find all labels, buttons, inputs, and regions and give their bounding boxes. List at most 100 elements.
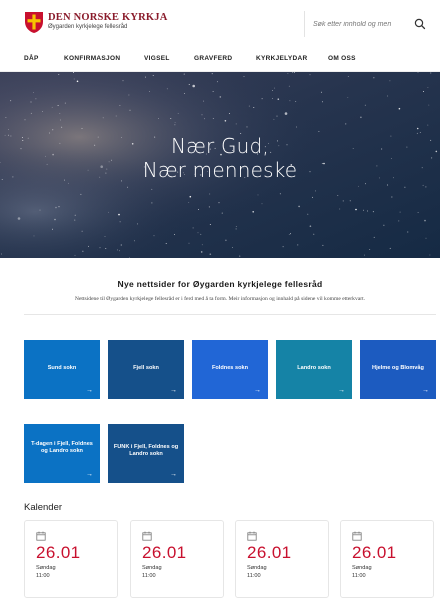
star [192,84,195,88]
star [170,117,172,119]
star [224,120,227,122]
tile-label: Hjelme og Blomvåg [372,365,424,371]
calendar-icon [247,531,257,541]
star [272,98,274,99]
search-box [304,11,432,37]
star [80,193,82,195]
nav-item-vigsel[interactable]: VIGSEL [144,55,170,62]
star [430,72,432,74]
event-date: 26.01 [247,543,292,562]
star [60,119,61,121]
star [61,126,63,128]
event-card[interactable]: 26.01 Søndag 11:00 [130,520,224,598]
star [357,185,359,187]
star [120,244,122,246]
intro-text: Nettsidene til Øygarden kyrkjelege felle… [74,296,366,302]
hero-line-1: Nær Gud, [170,134,269,158]
arrow-right-icon: → [170,387,177,394]
star [239,255,241,257]
tile-landro-sokn[interactable]: Landro sokn → [276,340,352,399]
star [74,214,76,216]
search-input[interactable] [313,17,409,31]
star [422,184,424,186]
star [183,92,185,94]
star [74,254,76,256]
nav-item-kyrkjelydar[interactable]: KYRKJELYDAR [256,55,307,62]
event-day: Søndag [36,565,56,571]
star [416,127,419,130]
hero-line-2: Nær menneske [142,158,298,182]
tile-funk[interactable]: FUNK i Fjell, Foldnes og Landro sokn → [108,424,184,483]
star [218,202,220,204]
star [387,184,389,186]
star [35,98,37,100]
star [284,112,288,115]
star [189,195,192,198]
calendar-icon [352,531,362,541]
brand[interactable]: DEN NORSKE KYRKJA Øygarden kyrkjelege fe… [48,12,168,32]
nav-item-dap[interactable]: DÅP [24,55,39,62]
star [292,72,294,74]
tile-sund-sokn[interactable]: Sund sokn → [24,340,100,399]
star [261,98,263,100]
tile-foldnes-sokn[interactable]: Foldnes sokn → [192,340,268,399]
church-cross-shield-icon[interactable] [24,11,44,34]
star [312,196,314,198]
star [10,100,12,102]
star [145,76,146,78]
star [119,105,121,106]
star [201,244,203,246]
event-day: Søndag [352,565,372,571]
star [225,239,227,242]
star [211,73,213,75]
tile-fjell-sokn[interactable]: Fjell sokn → [108,340,184,399]
star [174,121,176,123]
tile-hjelme-og-blomvag[interactable]: Hjelme og Blomvåg → [360,340,436,399]
calendar-title: Kalender [24,502,63,513]
star [59,113,61,115]
star [287,72,289,74]
star [391,196,393,198]
star [152,74,154,76]
event-card[interactable]: 26.01 Søndag 11:00 [340,520,434,598]
star [318,131,320,132]
star [367,210,368,212]
event-time: 11:00 [352,573,366,579]
star [372,211,374,213]
star [200,233,202,235]
nav-item-gravferd[interactable]: GRAVFERD [194,55,232,62]
star [419,131,421,133]
tile-t-dagen[interactable]: T-dagen i Fjell, Foldnes og Landro sokn … [24,424,100,483]
star [288,234,290,236]
event-card[interactable]: 26.01 Søndag 11:00 [24,520,118,598]
tile-label: Sund sokn [47,365,77,371]
star [174,234,175,236]
star [208,206,210,208]
star [57,105,59,107]
star [272,90,274,91]
event-day: Søndag [142,565,162,571]
star [427,86,429,88]
search-icon[interactable] [412,16,428,32]
star [30,112,32,114]
star [119,250,121,252]
event-time: 11:00 [247,573,261,579]
nav-item-om-oss[interactable]: OM OSS [328,55,356,62]
star [133,240,135,242]
arrow-right-icon: → [86,387,93,394]
star [153,235,155,237]
nav-item-konfirmasjon[interactable]: KONFIRMASJON [64,55,120,62]
star [347,76,349,78]
event-card[interactable]: 26.01 Søndag 11:00 [235,520,329,598]
star [200,251,203,253]
star [183,73,185,75]
star [52,129,54,131]
star [212,90,214,92]
star [122,80,124,82]
star [373,77,375,79]
star [177,113,179,114]
star [209,253,212,255]
star [423,91,424,92]
star [73,72,75,74]
star [228,113,230,115]
